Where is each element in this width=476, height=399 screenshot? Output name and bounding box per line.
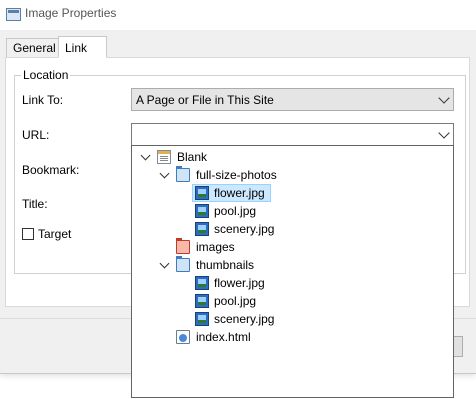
tree-item-label: full-size-photos bbox=[196, 168, 277, 182]
site-icon bbox=[157, 150, 171, 164]
tree-item-label: pool.jpg bbox=[214, 204, 257, 218]
image-file-icon bbox=[195, 312, 209, 326]
link-to-select[interactable]: A Page or File in This Site bbox=[131, 88, 454, 111]
tree-item-full-size-photos[interactable]: full-size-photos bbox=[132, 166, 453, 184]
html-file-icon bbox=[176, 330, 190, 344]
image-properties-icon bbox=[6, 8, 21, 21]
tree-item-label: flower.jpg bbox=[214, 276, 265, 290]
tree-item-pool-jpg[interactable]: pool.jpg bbox=[132, 202, 453, 220]
tree-item-pool-jpg[interactable]: pool.jpg bbox=[132, 292, 453, 310]
tab-link-label: Link bbox=[65, 41, 88, 55]
tree-item-flower-jpg[interactable]: flower.jpg bbox=[132, 184, 453, 202]
tree-item-images[interactable]: images bbox=[132, 238, 453, 256]
tab-link[interactable]: Link bbox=[58, 36, 107, 58]
folder-icon bbox=[176, 256, 190, 272]
tab-general-label: General bbox=[13, 41, 56, 55]
tree-item-flower-jpg[interactable]: flower.jpg bbox=[132, 274, 453, 292]
tree-item-label: flower.jpg bbox=[214, 186, 265, 200]
tree-item-blank[interactable]: Blank bbox=[132, 148, 453, 166]
link-to-label: Link To: bbox=[22, 93, 64, 107]
expand-chevron-icon[interactable] bbox=[140, 150, 151, 161]
title-label: Title: bbox=[22, 197, 48, 211]
tree-item-thumbnails[interactable]: thumbnails bbox=[132, 256, 453, 274]
folder-icon bbox=[176, 166, 190, 182]
bookmark-label: Bookmark: bbox=[22, 163, 80, 177]
tree-item-label: index.html bbox=[196, 330, 251, 344]
expand-chevron-icon[interactable] bbox=[159, 258, 170, 269]
image-file-icon bbox=[195, 204, 209, 218]
target-label[interactable]: Target bbox=[38, 227, 71, 241]
tree-item-label: scenery.jpg bbox=[214, 312, 275, 326]
url-dropdown-tree[interactable]: Blank full-size-photos flower.jpg pool.j… bbox=[131, 145, 454, 398]
tree-item-scenery-jpg[interactable]: scenery.jpg bbox=[132, 220, 453, 238]
tree-item-index-html[interactable]: index.html bbox=[132, 328, 453, 346]
url-combobox[interactable] bbox=[131, 123, 454, 146]
expand-chevron-icon[interactable] bbox=[159, 168, 170, 179]
image-file-icon bbox=[195, 222, 209, 236]
tree-item-label: Blank bbox=[177, 150, 208, 164]
image-file-icon bbox=[195, 276, 209, 290]
tree-item-label: pool.jpg bbox=[214, 294, 257, 308]
tree-item-scenery-jpg[interactable]: scenery.jpg bbox=[132, 310, 453, 328]
images-folder-icon bbox=[176, 238, 190, 254]
tree-item-label: images bbox=[196, 240, 235, 254]
location-group-title: Location bbox=[21, 68, 71, 82]
image-file-icon bbox=[195, 294, 209, 308]
chevron-down-icon bbox=[438, 92, 450, 104]
link-to-value: A Page or File in This Site bbox=[136, 93, 274, 107]
chevron-down-icon[interactable] bbox=[438, 127, 450, 139]
image-file-icon bbox=[195, 186, 209, 200]
title-bar[interactable]: Image Properties bbox=[0, 0, 476, 30]
tree-item-label: thumbnails bbox=[196, 258, 255, 272]
url-label: URL: bbox=[22, 128, 50, 142]
tab-general[interactable]: General bbox=[6, 38, 59, 58]
tree-item-label: scenery.jpg bbox=[214, 222, 275, 236]
window-title: Image Properties bbox=[25, 6, 117, 20]
target-checkbox[interactable] bbox=[22, 228, 34, 240]
